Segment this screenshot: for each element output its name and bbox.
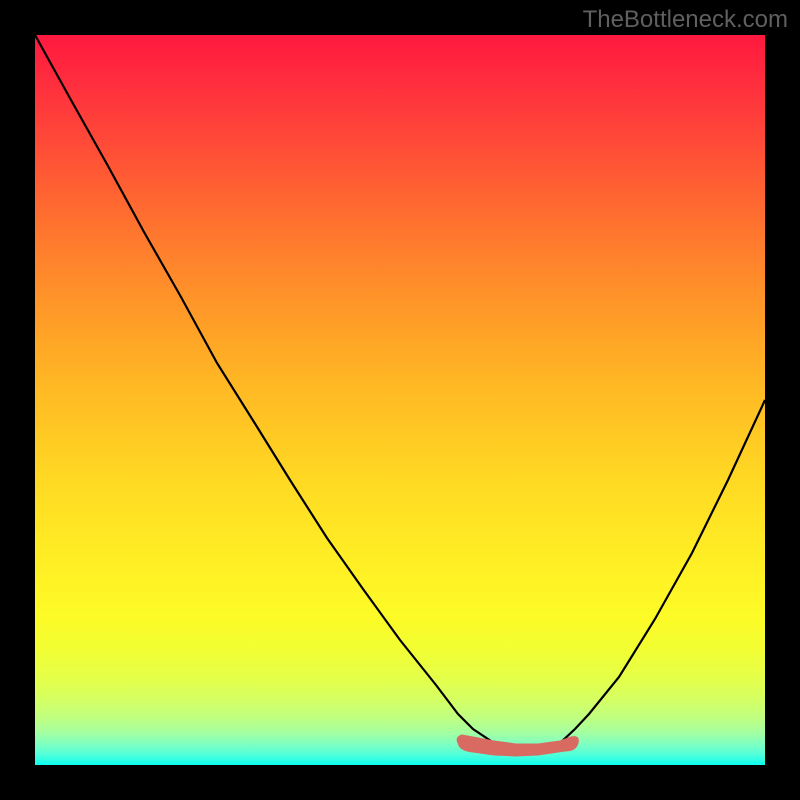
optimal-band-marker	[457, 735, 578, 756]
watermark-label: TheBottleneck.com	[583, 6, 788, 34]
chart-svg	[35, 35, 765, 765]
chart-plot-area	[35, 35, 765, 765]
bottleneck-curve-line	[35, 35, 765, 750]
